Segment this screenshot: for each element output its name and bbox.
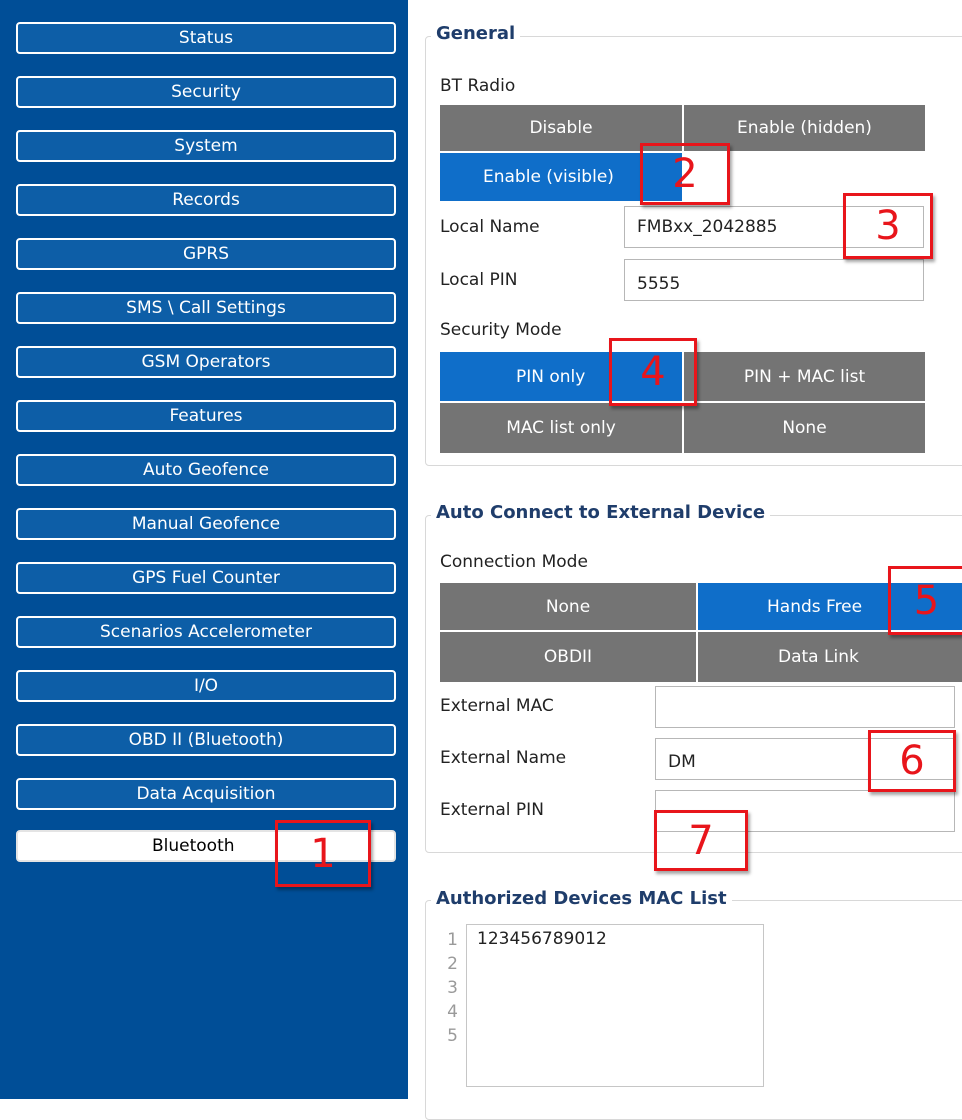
security-mode-none-option[interactable]: None — [684, 403, 925, 453]
local-name-label: Local Name — [440, 217, 540, 237]
external-mac-input[interactable] — [655, 686, 955, 728]
sidebar-item-gprs[interactable]: GPRS — [16, 238, 396, 270]
mac-list-entry: 123456789012 — [477, 929, 607, 949]
line-number: 3 — [447, 978, 458, 998]
annotation-marker-1: 1 — [275, 820, 371, 887]
local-pin-input[interactable]: 5555 — [624, 259, 924, 301]
external-mac-label: External MAC — [440, 696, 554, 716]
sidebar-item-records[interactable]: Records — [16, 184, 396, 216]
sidebar-item-gsm-operators[interactable]: GSM Operators — [16, 346, 396, 378]
sidebar-item-scenarios-accelerometer[interactable]: Scenarios Accelerometer — [16, 616, 396, 648]
sidebar-item-security[interactable]: Security — [16, 76, 396, 108]
external-name-label: External Name — [440, 748, 567, 768]
annotation-marker-3: 3 — [843, 193, 933, 259]
connection-mode-none-option[interactable]: None — [440, 583, 696, 630]
annotation-marker-4: 4 — [609, 338, 697, 406]
sidebar-item-data-acquisition[interactable]: Data Acquisition — [16, 778, 396, 810]
external-pin-label: External PIN — [440, 800, 544, 820]
annotation-marker-6: 6 — [868, 730, 956, 792]
connection-mode-label: Connection Mode — [440, 552, 588, 572]
line-number: 4 — [447, 1002, 458, 1022]
mac-list-textarea[interactable]: 123456789012 — [466, 924, 764, 1087]
sidebar-item-features[interactable]: Features — [16, 400, 396, 432]
annotation-marker-5: 5 — [888, 566, 962, 635]
local-pin-label: Local PIN — [440, 270, 518, 290]
line-number: 1 — [447, 930, 458, 950]
connection-mode-data-link-option[interactable]: Data Link — [698, 632, 962, 682]
security-mode-label: Security Mode — [440, 320, 562, 340]
line-number: 5 — [447, 1026, 458, 1046]
sidebar-item-io[interactable]: I/O — [16, 670, 396, 702]
mac-list-title: Authorized Devices MAC List — [431, 887, 732, 911]
sidebar-item-obd-ii-bluetooth[interactable]: OBD II (Bluetooth) — [16, 724, 396, 756]
sidebar: Status Security System Records GPRS SMS … — [0, 0, 408, 1099]
security-mode-mac-list-only-option[interactable]: MAC list only — [440, 403, 682, 453]
sidebar-item-sms-call-settings[interactable]: SMS \ Call Settings — [16, 292, 396, 324]
sidebar-item-auto-geofence[interactable]: Auto Geofence — [16, 454, 396, 486]
sidebar-item-gps-fuel-counter[interactable]: GPS Fuel Counter — [16, 562, 396, 594]
connection-mode-obdii-option[interactable]: OBDII — [440, 632, 696, 682]
bt-radio-label: BT Radio — [440, 76, 516, 96]
annotation-marker-7: 7 — [654, 810, 748, 871]
sidebar-item-system[interactable]: System — [16, 130, 396, 162]
line-number: 2 — [447, 954, 458, 974]
sidebar-item-manual-geofence[interactable]: Manual Geofence — [16, 508, 396, 540]
general-title: General — [431, 22, 521, 46]
auto-connect-title: Auto Connect to External Device — [431, 501, 771, 525]
security-mode-pin-mac-list-option[interactable]: PIN + MAC list — [684, 352, 925, 401]
annotation-marker-2: 2 — [640, 143, 730, 205]
sidebar-item-status[interactable]: Status — [16, 22, 396, 54]
